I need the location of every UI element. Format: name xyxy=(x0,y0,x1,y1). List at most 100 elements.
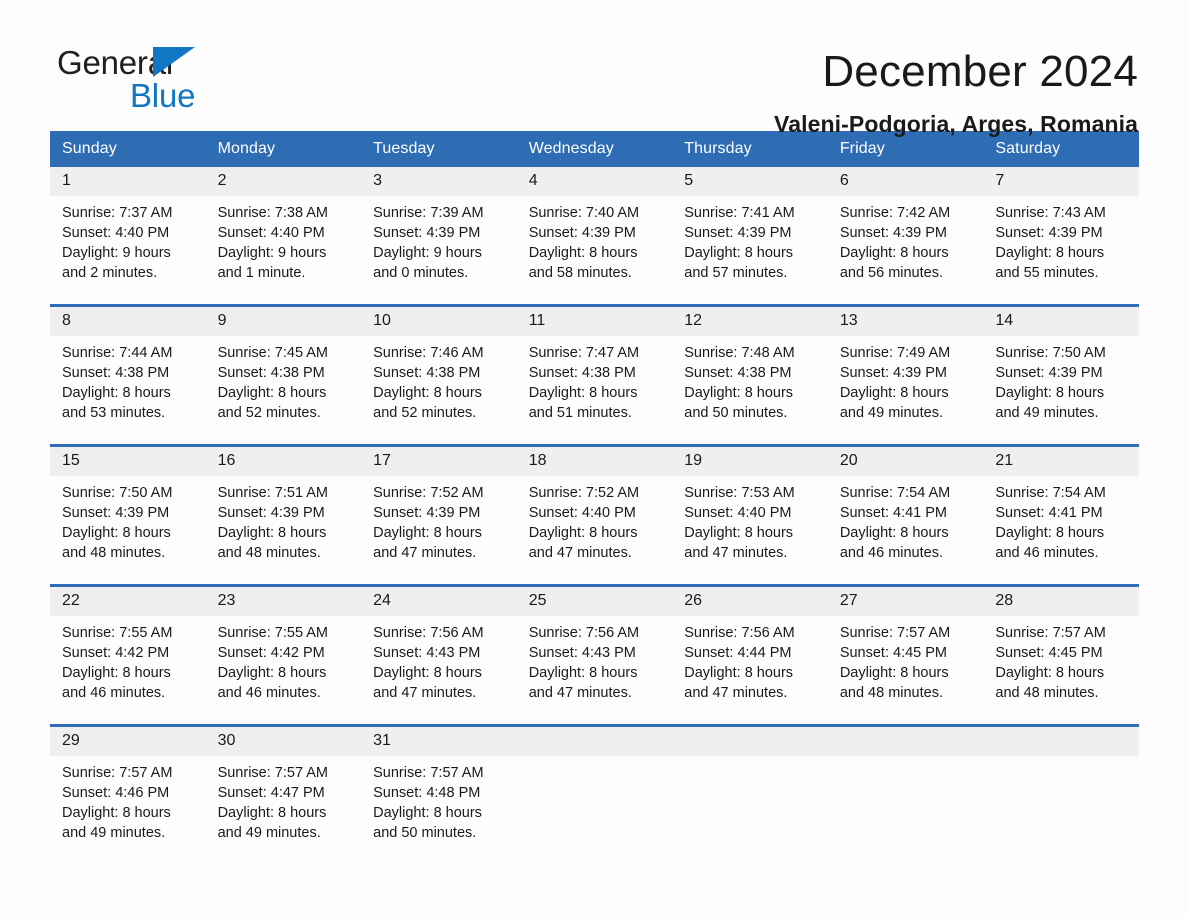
day-cell[interactable]: Sunrise: 7:57 AM Sunset: 4:45 PM Dayligh… xyxy=(983,616,1139,726)
daylight-text-line2: and 2 minutes. xyxy=(62,265,158,281)
day-number[interactable]: 23 xyxy=(205,584,362,616)
day-cell[interactable]: Sunrise: 7:55 AM Sunset: 4:42 PM Dayligh… xyxy=(50,616,206,726)
day-cell[interactable]: Sunrise: 7:57 AM Sunset: 4:45 PM Dayligh… xyxy=(827,616,984,726)
daylight-text-line2: and 53 minutes. xyxy=(62,405,166,421)
sunset-text: Sunset: 4:39 PM xyxy=(995,365,1103,381)
daylight-text-line2: and 49 minutes. xyxy=(995,405,1099,421)
sunrise-text: Sunrise: 7:50 AM xyxy=(995,345,1106,361)
sunrise-text: Sunrise: 7:47 AM xyxy=(528,345,640,361)
daylight-text-line2: and 48 minutes. xyxy=(62,545,166,561)
daylight-text-line1: Daylight: 8 hours xyxy=(528,665,638,681)
day-cell[interactable]: Sunrise: 7:54 AM Sunset: 4:41 PM Dayligh… xyxy=(983,476,1139,586)
day-number[interactable]: 5 xyxy=(672,167,828,196)
day-cell[interactable]: Sunrise: 7:41 AM Sunset: 4:39 PM Dayligh… xyxy=(672,196,828,306)
day-cell[interactable]: Sunrise: 7:57 AM Sunset: 4:47 PM Dayligh… xyxy=(205,756,362,864)
day-cell[interactable]: Sunrise: 7:56 AM Sunset: 4:44 PM Dayligh… xyxy=(672,616,828,726)
day-number[interactable]: 8 xyxy=(50,304,206,336)
day-cell[interactable]: Sunrise: 7:52 AM Sunset: 4:40 PM Dayligh… xyxy=(516,476,673,586)
daylight-text-line1: Daylight: 8 hours xyxy=(62,665,171,681)
daylight-text-line2: and 52 minutes. xyxy=(373,405,477,421)
daylight-text-line2: and 58 minutes. xyxy=(528,265,632,281)
day-number[interactable]: 3 xyxy=(361,167,517,196)
day-cell[interactable]: Sunrise: 7:57 AM Sunset: 4:46 PM Dayligh… xyxy=(50,756,206,864)
day-number-empty xyxy=(516,724,673,756)
day-number[interactable]: 13 xyxy=(827,304,984,336)
daylight-text-line2: and 57 minutes. xyxy=(684,265,788,281)
sunrise-text: Sunrise: 7:57 AM xyxy=(217,765,328,781)
day-number[interactable]: 22 xyxy=(50,584,206,616)
daylight-text-line2: and 49 minutes. xyxy=(217,825,321,841)
day-cell[interactable]: Sunrise: 7:45 AM Sunset: 4:38 PM Dayligh… xyxy=(205,336,362,446)
daylight-text-line1: Daylight: 8 hours xyxy=(217,525,327,541)
day-cell[interactable]: Sunrise: 7:54 AM Sunset: 4:41 PM Dayligh… xyxy=(827,476,984,586)
day-number[interactable]: 7 xyxy=(983,167,1139,196)
sunrise-text: Sunrise: 7:56 AM xyxy=(684,625,795,641)
day-cell[interactable]: Sunrise: 7:51 AM Sunset: 4:39 PM Dayligh… xyxy=(205,476,362,586)
day-number[interactable]: 29 xyxy=(50,724,206,756)
day-number[interactable]: 11 xyxy=(516,304,673,336)
sunset-text: Sunset: 4:45 PM xyxy=(995,645,1103,661)
day-cell[interactable]: Sunrise: 7:56 AM Sunset: 4:43 PM Dayligh… xyxy=(361,616,517,726)
day-number[interactable]: 26 xyxy=(672,584,828,616)
day-cell[interactable]: Sunrise: 7:40 AM Sunset: 4:39 PM Dayligh… xyxy=(516,196,673,306)
day-number[interactable]: 4 xyxy=(516,167,673,196)
daylight-text-line2: and 48 minutes. xyxy=(995,685,1099,701)
day-number[interactable]: 21 xyxy=(983,444,1139,476)
daylight-text-line2: and 1 minute. xyxy=(217,265,306,281)
day-number[interactable]: 25 xyxy=(516,584,673,616)
day-cell[interactable]: Sunrise: 7:43 AM Sunset: 4:39 PM Dayligh… xyxy=(983,196,1139,306)
day-cell[interactable]: Sunrise: 7:38 AM Sunset: 4:40 PM Dayligh… xyxy=(205,196,362,306)
day-cell[interactable]: Sunrise: 7:37 AM Sunset: 4:40 PM Dayligh… xyxy=(50,196,206,306)
week-4-daynumbers: 22 23 24 25 26 27 28 xyxy=(50,584,1139,616)
day-number[interactable]: 31 xyxy=(361,724,517,756)
daylight-text-line1: Daylight: 8 hours xyxy=(684,665,794,681)
day-number[interactable]: 30 xyxy=(205,724,362,756)
day-cell[interactable]: Sunrise: 7:42 AM Sunset: 4:39 PM Dayligh… xyxy=(827,196,984,306)
day-number[interactable]: 14 xyxy=(983,304,1139,336)
day-number[interactable]: 10 xyxy=(361,304,517,336)
day-number[interactable]: 17 xyxy=(361,444,517,476)
general-blue-logo[interactable]: General Blue xyxy=(57,44,357,114)
day-number[interactable]: 24 xyxy=(361,584,517,616)
day-number[interactable]: 28 xyxy=(983,584,1139,616)
day-cell-empty xyxy=(516,756,673,864)
day-cell[interactable]: Sunrise: 7:50 AM Sunset: 4:39 PM Dayligh… xyxy=(983,336,1139,446)
daylight-text-line1: Daylight: 8 hours xyxy=(528,525,638,541)
sunset-text: Sunset: 4:40 PM xyxy=(528,505,636,521)
day-number[interactable]: 9 xyxy=(205,304,362,336)
day-cell[interactable]: Sunrise: 7:47 AM Sunset: 4:38 PM Dayligh… xyxy=(516,336,673,446)
sunset-text: Sunset: 4:39 PM xyxy=(373,225,481,241)
day-cell[interactable]: Sunrise: 7:48 AM Sunset: 4:38 PM Dayligh… xyxy=(672,336,828,446)
sunrise-text: Sunrise: 7:38 AM xyxy=(217,205,328,221)
sunset-text: Sunset: 4:40 PM xyxy=(62,225,170,241)
day-cell[interactable]: Sunrise: 7:44 AM Sunset: 4:38 PM Dayligh… xyxy=(50,336,206,446)
day-number[interactable]: 16 xyxy=(205,444,362,476)
page-subtitle: Valeni-Podgoria, Arges, Romania xyxy=(774,111,1138,137)
week-5-daynumbers: 29 30 31 xyxy=(50,724,1139,756)
sunrise-text: Sunrise: 7:55 AM xyxy=(62,625,173,641)
day-number[interactable]: 18 xyxy=(516,444,673,476)
day-cell[interactable]: Sunrise: 7:53 AM Sunset: 4:40 PM Dayligh… xyxy=(672,476,828,586)
weekday-header-monday: Monday xyxy=(205,131,362,167)
day-number[interactable]: 2 xyxy=(205,167,362,196)
day-cell[interactable]: Sunrise: 7:49 AM Sunset: 4:39 PM Dayligh… xyxy=(827,336,984,446)
day-number[interactable]: 15 xyxy=(50,444,206,476)
day-number[interactable]: 6 xyxy=(827,167,984,196)
day-number[interactable]: 20 xyxy=(827,444,984,476)
sunrise-text: Sunrise: 7:52 AM xyxy=(373,485,484,501)
day-number[interactable]: 1 xyxy=(50,167,206,196)
day-cell[interactable]: Sunrise: 7:57 AM Sunset: 4:48 PM Dayligh… xyxy=(361,756,517,864)
day-cell[interactable]: Sunrise: 7:52 AM Sunset: 4:39 PM Dayligh… xyxy=(361,476,517,586)
day-number[interactable]: 19 xyxy=(672,444,828,476)
day-number[interactable]: 27 xyxy=(827,584,984,616)
week-1-daynumbers: 1 2 3 4 5 6 7 xyxy=(50,167,1139,196)
day-cell[interactable]: Sunrise: 7:50 AM Sunset: 4:39 PM Dayligh… xyxy=(50,476,206,586)
daylight-text-line2: and 50 minutes. xyxy=(373,825,477,841)
day-number[interactable]: 12 xyxy=(672,304,828,336)
day-cell[interactable]: Sunrise: 7:55 AM Sunset: 4:42 PM Dayligh… xyxy=(205,616,362,726)
day-cell[interactable]: Sunrise: 7:46 AM Sunset: 4:38 PM Dayligh… xyxy=(361,336,517,446)
day-cell[interactable]: Sunrise: 7:39 AM Sunset: 4:39 PM Dayligh… xyxy=(361,196,517,306)
day-cell[interactable]: Sunrise: 7:56 AM Sunset: 4:43 PM Dayligh… xyxy=(516,616,673,726)
daylight-text-line2: and 0 minutes. xyxy=(373,265,469,281)
sunrise-text: Sunrise: 7:45 AM xyxy=(217,345,328,361)
